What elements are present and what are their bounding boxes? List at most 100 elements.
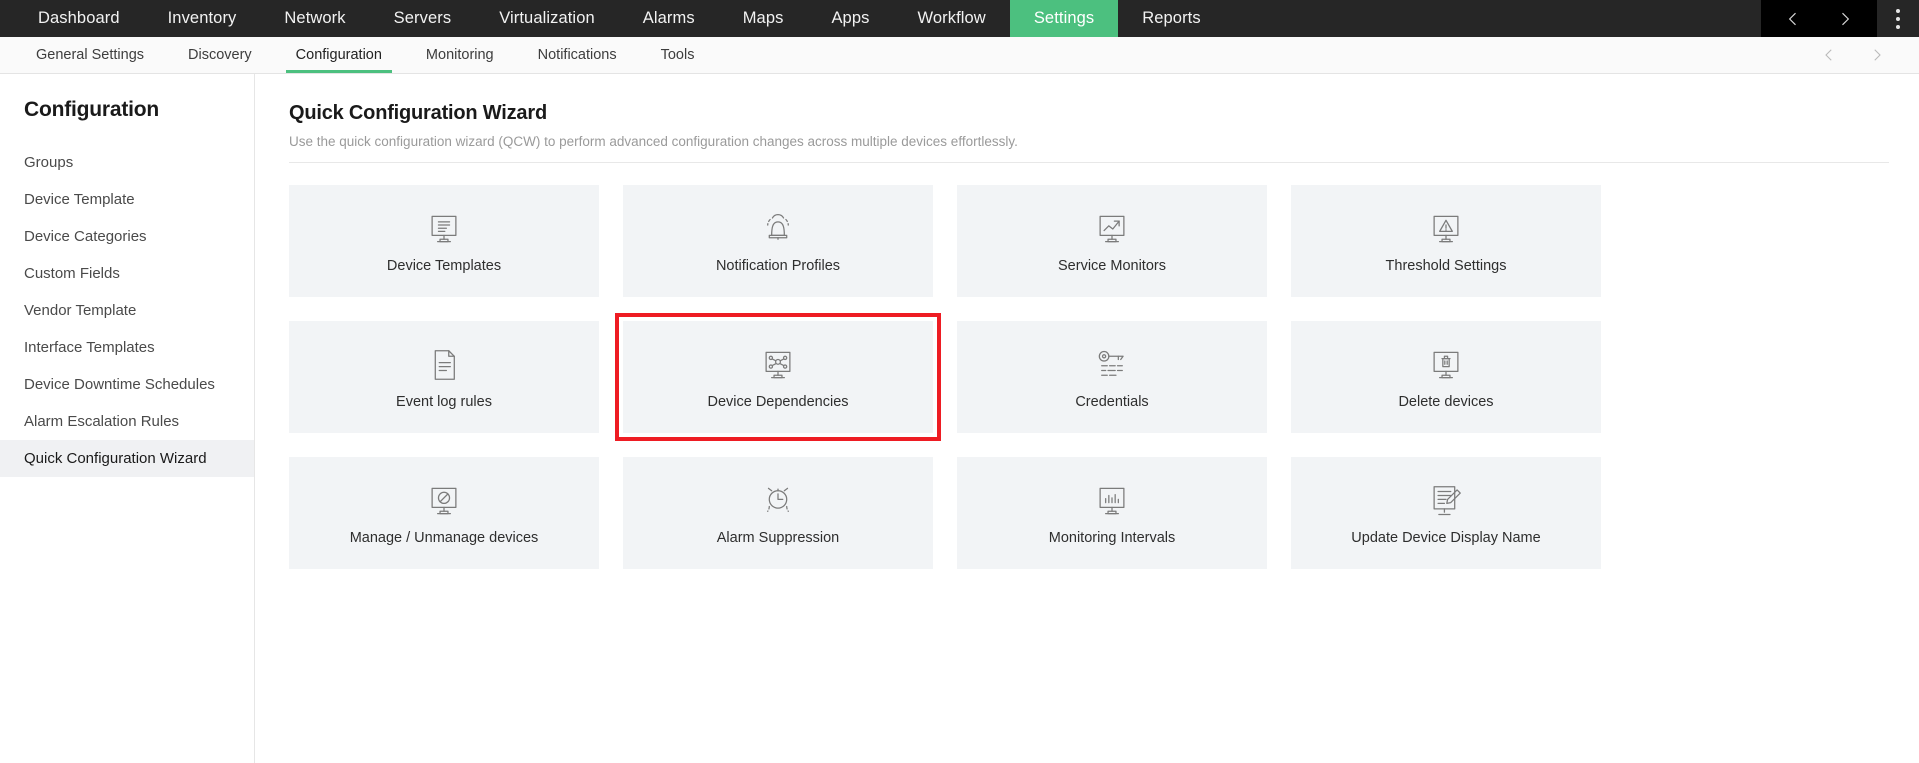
card-event-log-rules[interactable]: Event log rules [289, 321, 599, 433]
top-nav-item-settings[interactable]: Settings [1009, 0, 1119, 37]
top-nav-item-reports[interactable]: Reports [1118, 0, 1224, 37]
document-lines-icon [425, 345, 463, 385]
monitor-trash-icon [1427, 345, 1465, 385]
sidebar-item-interface-templates[interactable]: Interface Templates [0, 329, 254, 366]
card-device-templates[interactable]: Device Templates [289, 185, 599, 297]
top-nav-item-maps[interactable]: Maps [719, 0, 808, 37]
card-label: Service Monitors [1058, 257, 1166, 274]
top-nav-item-label: Workflow [917, 9, 986, 27]
top-nav-item-label: Maps [742, 9, 784, 27]
bell-ringing-icon [759, 209, 797, 249]
header-divider [289, 162, 1889, 163]
sub-nav-controls [1805, 37, 1919, 73]
page-body: Configuration Groups Device Template Devic… [0, 74, 1919, 763]
tab-label: Configuration [295, 47, 382, 63]
top-nav-item-servers[interactable]: Servers [370, 0, 476, 37]
key-keyboard-icon [1093, 345, 1131, 385]
card-manage-unmanage-devices[interactable]: Manage / Unmanage devices [289, 457, 599, 569]
top-nav-arrow-group [1761, 0, 1877, 37]
card-label: Notification Profiles [715, 257, 841, 274]
monitor-bar-chart-icon [1093, 481, 1131, 521]
top-nav-item-label: Network [284, 9, 346, 27]
top-nav-item-label: Settings [1033, 9, 1095, 27]
chevron-right-icon[interactable] [1853, 46, 1901, 64]
sub-nav-items: General Settings Discovery Configuration Mo… [0, 37, 716, 73]
top-nav-item-label: Dashboard [38, 9, 120, 27]
quick-config-card-grid: Device Templates Notification Profiles Ser… [289, 185, 1919, 569]
top-nav-item-alarms[interactable]: Alarms [619, 0, 719, 37]
card-label: Device Dependencies [707, 393, 849, 410]
sidebar-item-vendor-template[interactable]: Vendor Template [0, 292, 254, 329]
tab-monitoring[interactable]: Monitoring [404, 37, 516, 73]
top-navigation-bar: Dashboard Inventory Network Servers Virtuali… [0, 0, 1919, 37]
card-update-device-display-name[interactable]: Update Device Display Name [1291, 457, 1601, 569]
top-nav-item-virtualization[interactable]: Virtualization [475, 0, 619, 37]
tab-notifications[interactable]: Notifications [516, 37, 639, 73]
card-device-dependencies[interactable]: Device Dependencies [615, 313, 941, 441]
chevron-right-icon[interactable] [1819, 9, 1871, 29]
page-subtitle: Use the quick configuration wizard (QCW)… [289, 134, 1018, 149]
card-label: Device Templates [386, 257, 502, 274]
sidebar-item-quick-configuration-wizard[interactable]: Quick Configuration Wizard [0, 440, 254, 477]
chevron-left-icon[interactable] [1767, 9, 1819, 29]
top-nav-item-label: Alarms [642, 9, 695, 27]
main-content: Quick Configuration Wizard Use the quick… [255, 74, 1919, 763]
card-monitoring-intervals[interactable]: Monitoring Intervals [957, 457, 1267, 569]
top-nav-item-label: Servers [393, 9, 452, 27]
tab-label: Monitoring [425, 47, 494, 63]
card-label: Credentials [1075, 393, 1149, 410]
chevron-left-icon[interactable] [1805, 46, 1853, 64]
monitor-prohibited-icon [425, 481, 463, 521]
card-label: Threshold Settings [1385, 257, 1507, 274]
tab-tools[interactable]: Tools [639, 37, 717, 73]
card-service-monitors[interactable]: Service Monitors [957, 185, 1267, 297]
sidebar-item-list: Groups Device Template Device Categories Cu… [0, 144, 254, 477]
top-nav-item-label: Inventory [167, 9, 237, 27]
sidebar-item-alarm-escalation-rules[interactable]: Alarm Escalation Rules [0, 403, 254, 440]
top-nav-controls [1761, 0, 1919, 37]
monitor-trend-up-icon [1093, 209, 1131, 249]
tab-label: Notifications [537, 47, 617, 63]
top-nav-item-inventory[interactable]: Inventory [144, 0, 261, 37]
card-credentials[interactable]: Credentials [957, 321, 1267, 433]
monitor-document-icon [425, 209, 463, 249]
top-nav-item-label: Virtualization [499, 9, 595, 27]
card-label: Monitoring Intervals [1048, 529, 1176, 546]
top-nav-item-dashboard[interactable]: Dashboard [14, 0, 144, 37]
top-nav-item-label: Apps [831, 9, 870, 27]
tab-label: Discovery [188, 47, 252, 63]
sidebar-item-device-downtime-schedules[interactable]: Device Downtime Schedules [0, 366, 254, 403]
sidebar-title: Configuration [24, 98, 160, 121]
kebab-menu-icon[interactable] [1877, 0, 1919, 37]
top-nav-item-label: Reports [1142, 9, 1201, 27]
card-alarm-suppression[interactable]: Alarm Suppression [623, 457, 933, 569]
card-threshold-settings[interactable]: Threshold Settings [1291, 185, 1601, 297]
card-label: Event log rules [396, 393, 492, 410]
tab-general-settings[interactable]: General Settings [14, 37, 166, 73]
tab-configuration[interactable]: Configuration [274, 37, 404, 73]
alarm-clock-icon [759, 481, 797, 521]
top-nav-item-network[interactable]: Network [260, 0, 369, 37]
card-label: Update Device Display Name [1351, 529, 1541, 546]
top-nav-item-apps[interactable]: Apps [807, 0, 893, 37]
card-delete-devices[interactable]: Delete devices [1291, 321, 1601, 433]
monitor-pencil-icon [1427, 481, 1465, 521]
card-label: Delete devices [1398, 393, 1494, 410]
sidebar-item-custom-fields[interactable]: Custom Fields [0, 255, 254, 292]
card-notification-profiles[interactable]: Notification Profiles [623, 185, 933, 297]
sidebar-item-device-template[interactable]: Device Template [0, 181, 254, 218]
monitor-network-nodes-icon [759, 345, 797, 385]
tab-label: Tools [660, 47, 695, 63]
page-title: Quick Configuration Wizard [289, 102, 547, 124]
top-nav-items: Dashboard Inventory Network Servers Virtuali… [0, 0, 1225, 37]
tab-label: General Settings [36, 47, 145, 63]
tab-discovery[interactable]: Discovery [166, 37, 274, 73]
monitor-warning-icon [1427, 209, 1465, 249]
card-label: Manage / Unmanage devices [349, 529, 539, 546]
card-label: Alarm Suppression [716, 529, 840, 546]
top-nav-item-workflow[interactable]: Workflow [893, 0, 1009, 37]
secondary-navigation-bar: General Settings Discovery Configuration Mo… [0, 37, 1919, 74]
sidebar-item-groups[interactable]: Groups [0, 144, 254, 181]
sidebar: Configuration Groups Device Template Devic… [0, 74, 255, 763]
sidebar-item-device-categories[interactable]: Device Categories [0, 218, 254, 255]
